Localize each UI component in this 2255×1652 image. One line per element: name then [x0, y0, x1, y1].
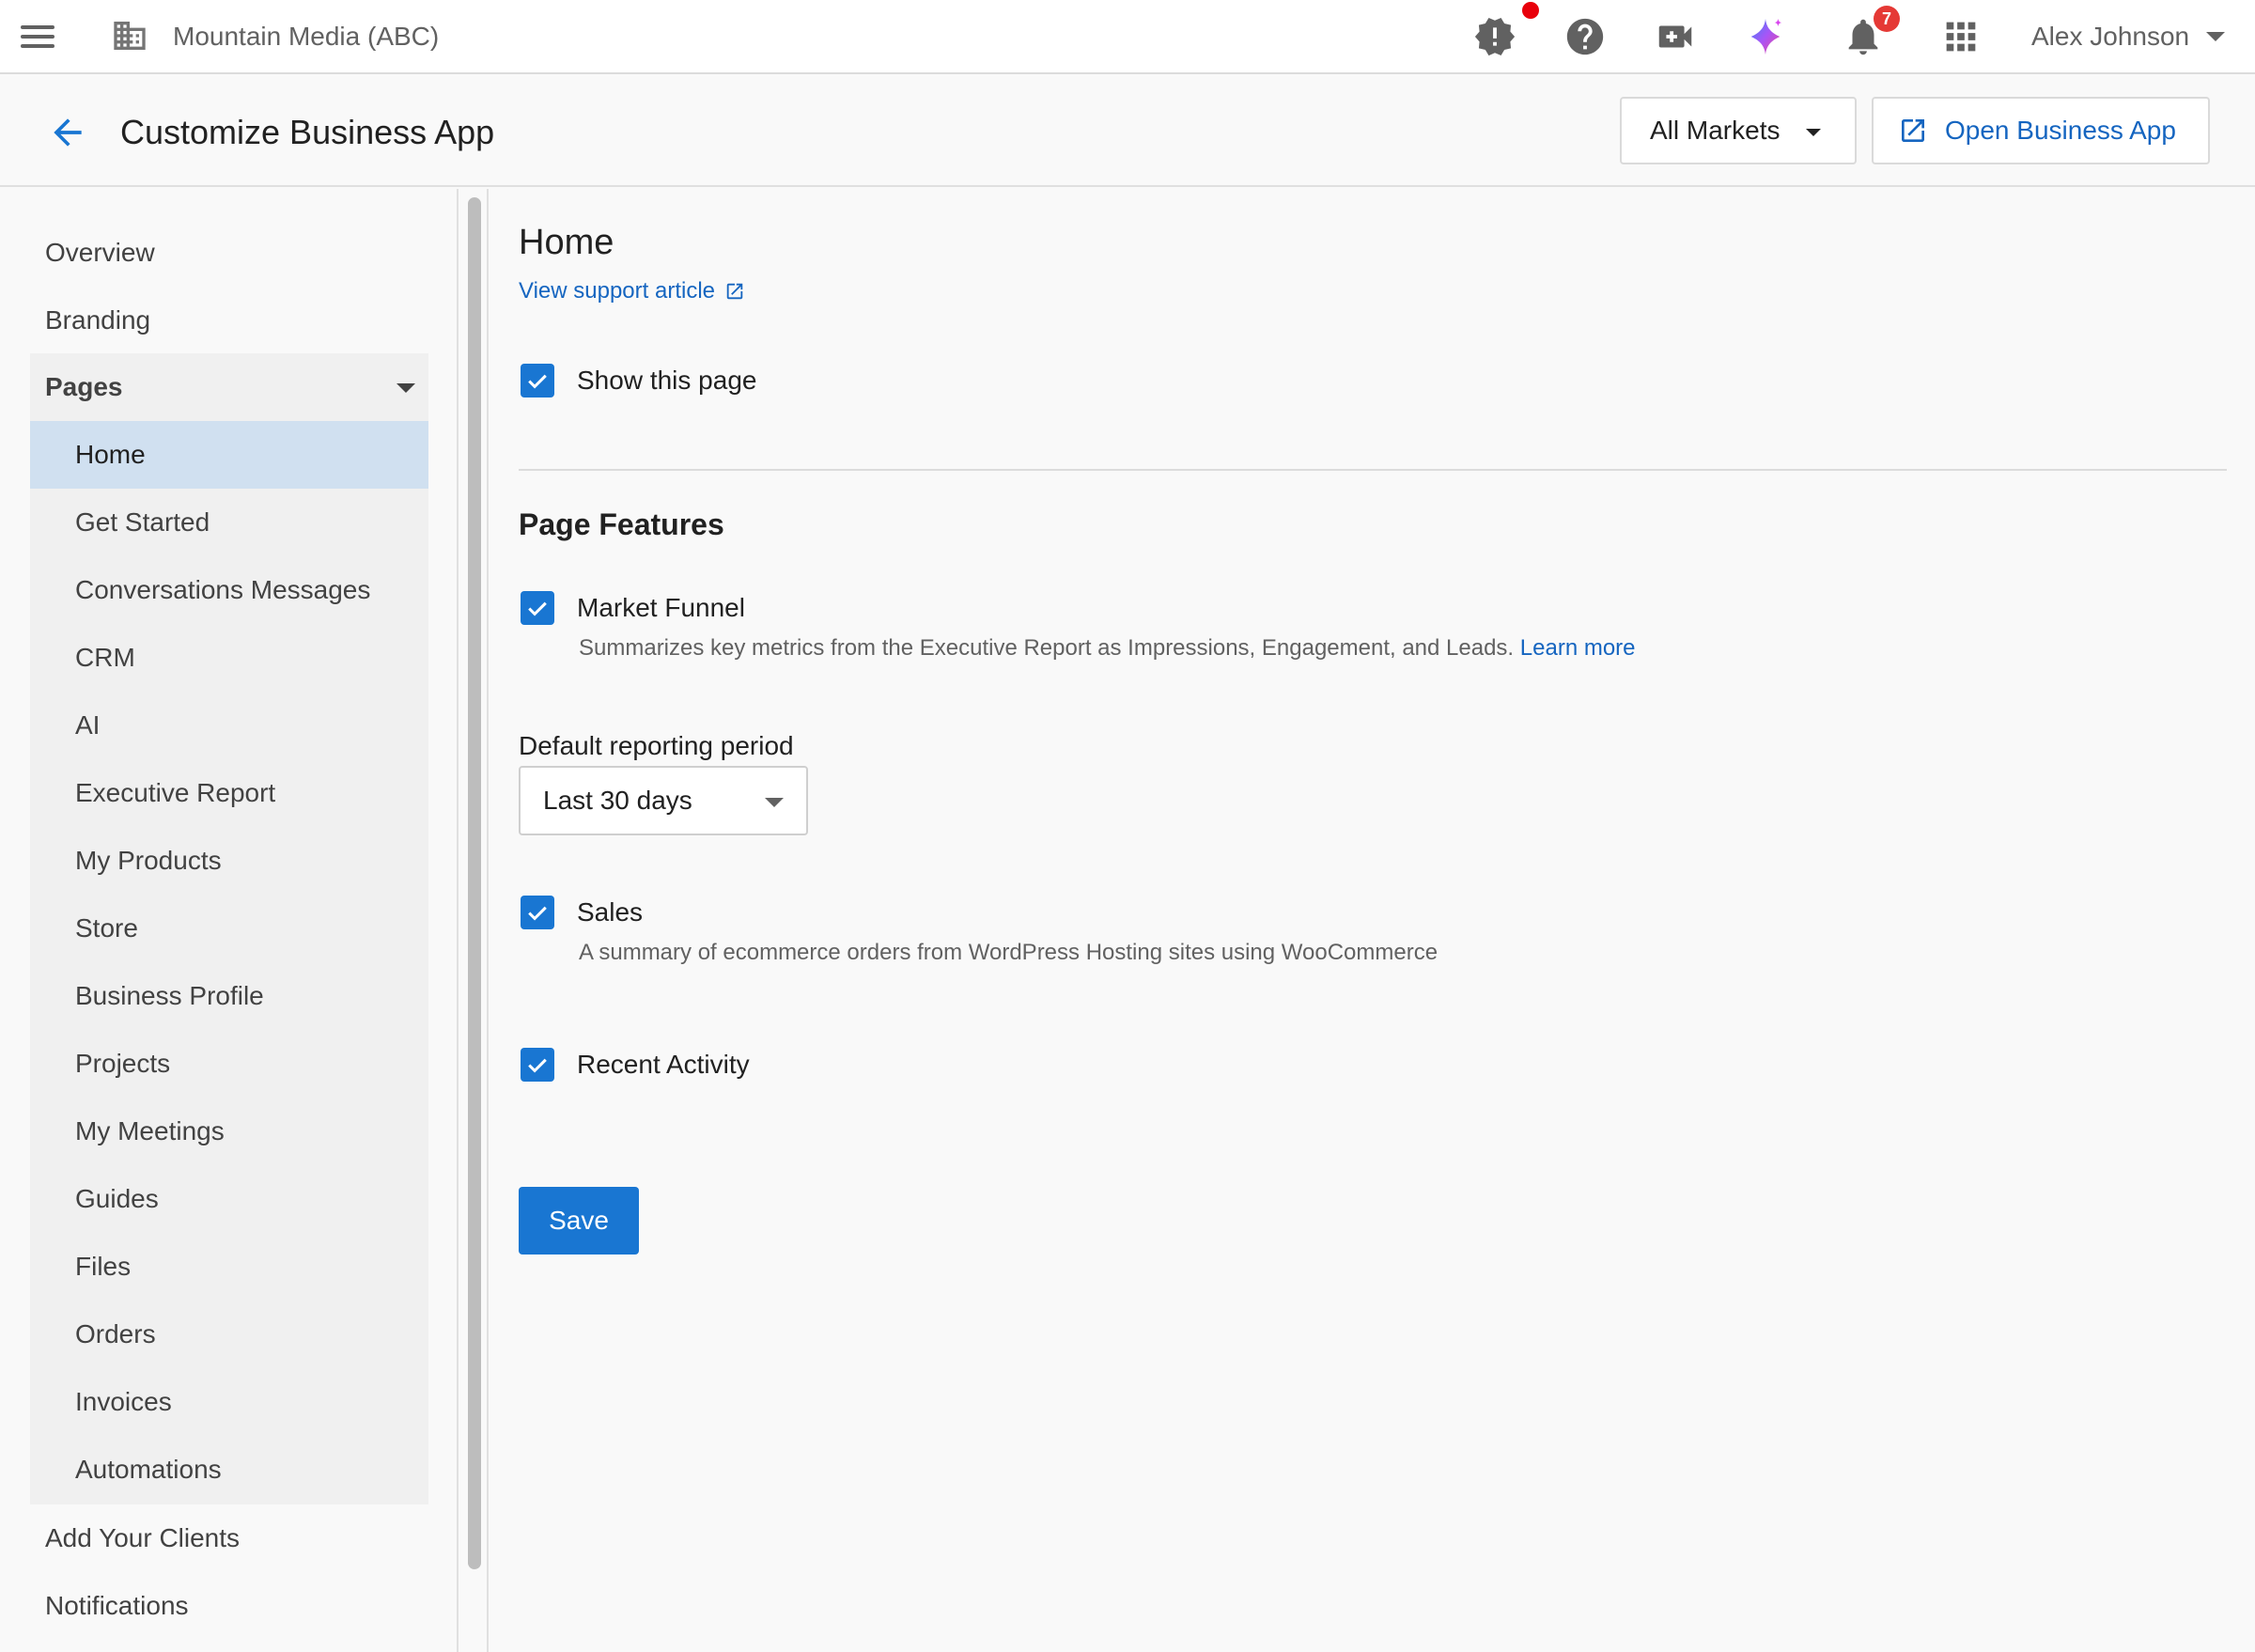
sales-checkbox-row[interactable]: Sales	[521, 896, 643, 929]
support-link-label: View support article	[519, 278, 715, 304]
learn-more-link[interactable]: Learn more	[1520, 635, 1636, 661]
help-icon[interactable]	[1563, 15, 1607, 58]
show-page-checkbox-row[interactable]: Show this page	[521, 364, 756, 397]
page-header: Customize Business App All Markets Open …	[0, 74, 2255, 187]
recent-activity-checkbox[interactable]	[521, 1048, 554, 1082]
open-business-app-button[interactable]: Open Business App	[1872, 97, 2210, 164]
check-icon	[528, 601, 547, 616]
sidebar-item-ai[interactable]: AI	[30, 692, 428, 759]
chevron-down-icon	[765, 798, 784, 807]
features-title: Page Features	[519, 507, 724, 541]
alert-dot	[1522, 2, 1539, 19]
sidebar-item-pages[interactable]: Pages	[30, 353, 428, 421]
back-arrow-icon[interactable]	[47, 112, 88, 153]
check-icon	[528, 374, 547, 389]
open-external-icon	[726, 283, 743, 300]
sidebar-pages-label: Pages	[45, 372, 123, 401]
sidebar-item-guides[interactable]: Guides	[30, 1165, 428, 1233]
sidebar-item-projects[interactable]: Projects	[30, 1030, 428, 1098]
open-app-label: Open Business App	[1945, 116, 2176, 145]
sales-description: A summary of ecommerce orders from WordP…	[579, 940, 1439, 965]
ai-sparkle-icon[interactable]	[1744, 15, 1787, 58]
sidebar-item-my-meetings[interactable]: My Meetings	[30, 1098, 428, 1165]
chevron-down-icon	[397, 383, 415, 393]
markets-label: All Markets	[1650, 116, 1781, 145]
chevron-down-icon	[1806, 129, 1821, 136]
sidebar-item-my-products[interactable]: My Products	[30, 827, 428, 895]
chevron-down-icon	[2206, 32, 2226, 41]
sidebar-item-branding[interactable]: Branding	[30, 287, 428, 354]
reporting-period-label: Default reporting period	[519, 731, 794, 760]
sidebar-item-conversations-messages[interactable]: Conversations Messages	[30, 556, 428, 624]
check-icon	[528, 1058, 547, 1073]
page-title: Customize Business App	[120, 113, 495, 151]
market-funnel-checkbox[interactable]	[521, 591, 554, 625]
sidebar-item-store[interactable]: Store	[30, 895, 428, 962]
market-funnel-description-text: Summarizes key metrics from the Executiv…	[579, 635, 1515, 661]
user-name: Alex Johnson	[2031, 22, 2190, 51]
reporting-period-select[interactable]: Last 30 days	[519, 766, 808, 835]
sidebar-item-get-started[interactable]: Get Started	[30, 489, 428, 556]
show-page-label: Show this page	[577, 366, 757, 395]
markets-dropdown[interactable]: All Markets	[1620, 97, 1857, 164]
sidebar-item-invoices[interactable]: Invoices	[30, 1368, 428, 1436]
sidebar-item-files[interactable]: Files	[30, 1233, 428, 1301]
section-divider	[519, 469, 2227, 471]
main-content: Home View support article Show this page…	[519, 189, 2229, 1652]
check-icon	[528, 906, 547, 921]
sidebar-scrollbar-thumb[interactable]	[468, 197, 481, 1569]
market-funnel-label: Market Funnel	[577, 593, 745, 622]
open-external-icon	[1902, 119, 1924, 142]
alert-badge-icon[interactable]	[1473, 15, 1516, 58]
sidebar-item-orders[interactable]: Orders	[30, 1301, 428, 1368]
sidebar-item-business-profile[interactable]: Business Profile	[30, 962, 428, 1030]
sidebar: Overview Branding Pages Home Get Started…	[0, 189, 459, 1652]
top-bar: Mountain Media (ABC) 7 Alex Johnson	[0, 0, 2255, 74]
recent-activity-checkbox-row[interactable]: Recent Activity	[521, 1048, 750, 1082]
sidebar-pages-group: Pages Home Get Started Conversations Mes…	[30, 353, 428, 1504]
menu-icon[interactable]	[19, 22, 56, 52]
sidebar-item-notifications[interactable]: Notifications	[30, 1572, 428, 1640]
sidebar-item-automations[interactable]: Automations	[30, 1436, 428, 1504]
sales-checkbox[interactable]	[521, 896, 554, 929]
sidebar-item-overview[interactable]: Overview	[30, 219, 428, 287]
recent-activity-label: Recent Activity	[577, 1050, 750, 1079]
save-button[interactable]: Save	[519, 1187, 639, 1255]
building-icon	[114, 22, 146, 50]
notification-badge: 7	[1874, 6, 1900, 32]
sales-label: Sales	[577, 897, 644, 927]
org-name[interactable]: Mountain Media (ABC)	[173, 19, 439, 55]
user-menu[interactable]: Alex Johnson	[2031, 17, 2226, 56]
sidebar-item-add-your-clients[interactable]: Add Your Clients	[30, 1504, 428, 1572]
market-funnel-description: Summarizes key metrics from the Executiv…	[579, 632, 1636, 664]
sidebar-item-executive-report[interactable]: Executive Report	[30, 759, 428, 827]
support-article-link[interactable]: View support article	[519, 275, 745, 307]
sidebar-item-home[interactable]: Home	[30, 421, 428, 489]
content-divider	[487, 189, 489, 1652]
reporting-period-value: Last 30 days	[543, 786, 692, 815]
section-title: Home	[519, 223, 614, 262]
sidebar-item-crm[interactable]: CRM	[30, 624, 428, 692]
video-call-icon[interactable]	[1654, 15, 1697, 58]
market-funnel-checkbox-row[interactable]: Market Funnel	[521, 591, 745, 625]
apps-grid-icon[interactable]	[1939, 15, 1983, 58]
show-page-checkbox[interactable]	[521, 364, 554, 397]
